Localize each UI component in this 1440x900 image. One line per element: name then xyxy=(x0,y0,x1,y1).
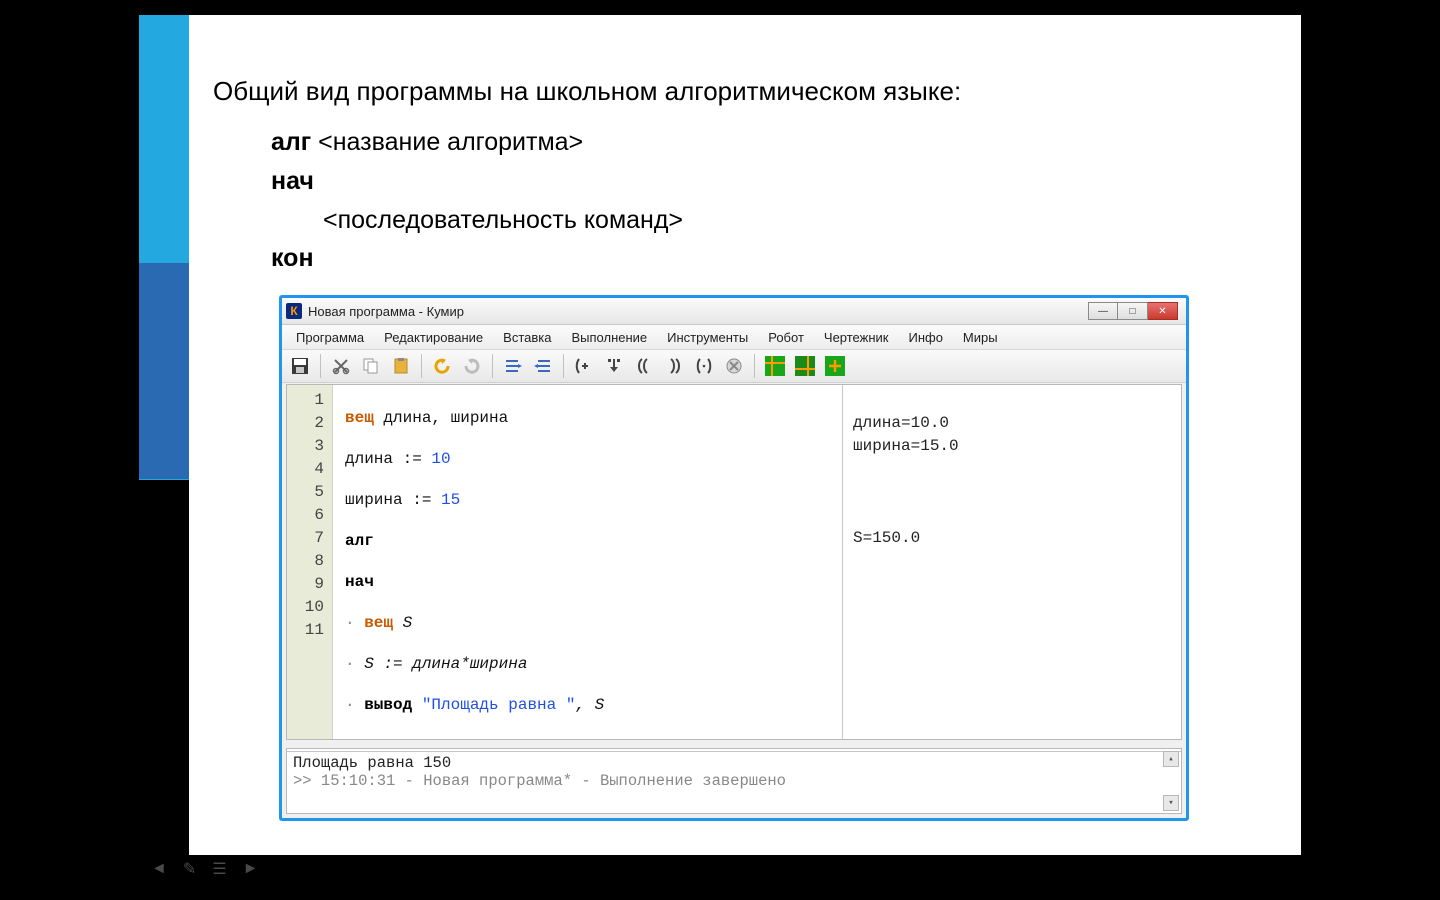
list-right-icon[interactable] xyxy=(529,352,557,380)
slide-heading: Общий вид программы на школьном алгоритм… xyxy=(213,77,1271,107)
syntax-block: алг <название алгоритма> нач <последоват… xyxy=(271,123,683,278)
slide: Общий вид программы на школьном алгоритм… xyxy=(189,15,1301,855)
paste-icon[interactable] xyxy=(387,352,415,380)
stop-icon[interactable] xyxy=(720,352,748,380)
app-icon: К xyxy=(286,303,302,319)
scroll-up-icon[interactable]: ▴ xyxy=(1163,751,1179,767)
copy-icon[interactable] xyxy=(357,352,385,380)
list-left-icon[interactable] xyxy=(499,352,527,380)
window-buttons: — □ ✕ xyxy=(1088,302,1178,320)
menu-info[interactable]: Инфо xyxy=(898,330,952,345)
decor-block-blue xyxy=(139,263,189,479)
maximize-button[interactable]: □ xyxy=(1118,302,1148,320)
menubar: Программа Редактирование Вставка Выполне… xyxy=(282,325,1186,350)
cut-icon[interactable] xyxy=(327,352,355,380)
menu-insert[interactable]: Вставка xyxy=(493,330,561,345)
presentation-stage: Общий вид программы на школьном алгоритм… xyxy=(25,15,1415,885)
menu-edit[interactable]: Редактирование xyxy=(374,330,493,345)
redo-icon[interactable] xyxy=(458,352,486,380)
next-slide-icon[interactable]: ► xyxy=(243,860,259,878)
menu-robot[interactable]: Робот xyxy=(758,330,814,345)
console[interactable]: ▴ Площадь равна 150 >> 15:10:31 - Новая … xyxy=(286,748,1182,814)
grid2-icon[interactable] xyxy=(791,352,819,380)
kw-end: кон xyxy=(271,244,314,272)
window-title: Новая программа - Кумир xyxy=(308,304,464,319)
presentation-controls: ◄ ✎ ☰ ► xyxy=(151,859,258,879)
kumir-window: К Новая программа - Кумир — □ ✕ Программ… xyxy=(279,295,1189,821)
titlebar[interactable]: К Новая программа - Кумир — □ ✕ xyxy=(282,298,1186,325)
values-pane: длина=10.0 ширина=15.0 S=150.0 xyxy=(843,385,1181,739)
kw-begin: нач xyxy=(271,167,314,195)
step-over-icon[interactable] xyxy=(600,352,628,380)
close-button[interactable]: ✕ xyxy=(1148,302,1178,320)
pen-icon[interactable]: ✎ xyxy=(183,859,196,879)
menu-drawer[interactable]: Чертежник xyxy=(814,330,899,345)
scroll-down-icon[interactable]: ▾ xyxy=(1163,795,1179,811)
editor: 1 2 3 4 5 6 7 8 9 10 11 вещ длина, ширин… xyxy=(286,384,1182,740)
kw-alg: алг xyxy=(271,128,311,156)
menu-program[interactable]: Программа xyxy=(286,330,374,345)
line-gutter: 1 2 3 4 5 6 7 8 9 10 11 xyxy=(287,385,333,739)
grid1-icon[interactable] xyxy=(761,352,789,380)
menu-run[interactable]: Выполнение xyxy=(561,330,657,345)
grid3-icon[interactable] xyxy=(821,352,849,380)
undo-icon[interactable] xyxy=(428,352,456,380)
minimize-button[interactable]: — xyxy=(1088,302,1118,320)
save-icon[interactable] xyxy=(286,352,314,380)
code-area[interactable]: вещ длина, ширина длина := 10 ширина := … xyxy=(333,385,843,739)
step-in-icon[interactable] xyxy=(570,352,598,380)
body-placeholder: <последовательность команд> xyxy=(323,206,683,234)
alg-placeholder: <название алгоритма> xyxy=(311,128,583,156)
menu-icon[interactable]: ☰ xyxy=(212,859,226,879)
prev-slide-icon[interactable]: ◄ xyxy=(151,860,167,878)
menu-worlds[interactable]: Миры xyxy=(953,330,1008,345)
brace-pair-icon[interactable] xyxy=(690,352,718,380)
toolbar xyxy=(282,350,1186,383)
console-stamp: >> 15:10:31 - Новая программа* - Выполне… xyxy=(293,772,1175,790)
brace-right-icon[interactable] xyxy=(660,352,688,380)
brace-left-icon[interactable] xyxy=(630,352,658,380)
menu-tools[interactable]: Инструменты xyxy=(657,330,758,345)
console-output: Площадь равна 150 xyxy=(293,754,1175,772)
